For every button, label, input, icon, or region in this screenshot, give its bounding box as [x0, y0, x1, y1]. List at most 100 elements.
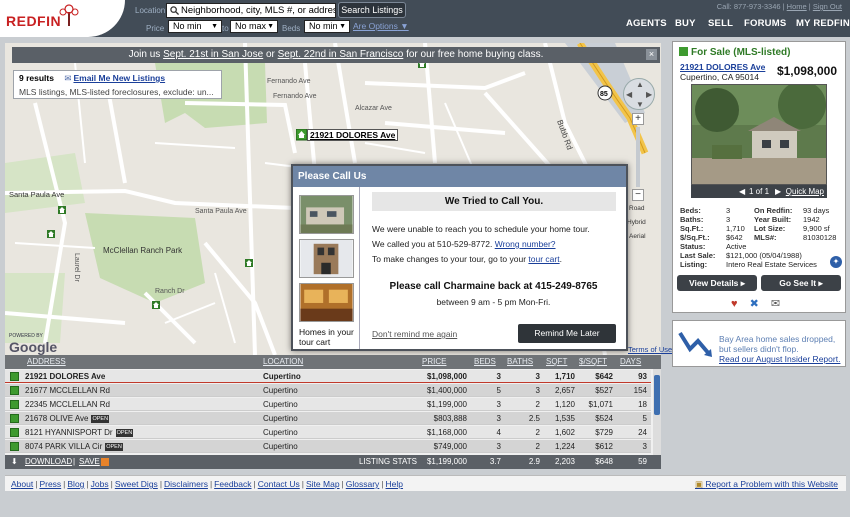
table-row[interactable]: 8074 PARK VILLA Cir OPEN Cupertino $749,0… [5, 440, 651, 454]
footer-link-contact-us[interactable]: Contact Us [258, 479, 300, 489]
save-link[interactable]: SAVE [79, 455, 100, 469]
terms-of-use-link[interactable]: Terms of Use [628, 345, 672, 354]
location-search-input[interactable]: Neighborhood, city, MLS #, or address [166, 3, 336, 18]
row-baths: 2 [535, 400, 540, 409]
map-type-aerial[interactable]: Aerial [629, 233, 646, 240]
remind-me-later-button[interactable]: Remind Me Later [518, 324, 616, 343]
footer-link-disclaimers[interactable]: Disclaimers [164, 479, 208, 489]
search-listings-button[interactable]: Search Listings [338, 2, 406, 18]
row-sqft: 1,120 [554, 400, 575, 409]
footer-link-help[interactable]: Help [386, 479, 403, 489]
row-address[interactable]: 22345 MCCLELLAN Rd [25, 398, 110, 411]
zoom-in-button[interactable]: + [632, 113, 644, 125]
footer-link-feedback[interactable]: Feedback [214, 479, 251, 489]
column-header-price-per-sqft[interactable]: $/SQFT [579, 355, 607, 369]
column-header-price[interactable]: PRICE [422, 355, 446, 369]
nav-my-redfin[interactable]: MY REDFIN [796, 18, 850, 29]
zoom-out-button[interactable]: − [632, 189, 644, 201]
san-francisco-class-link[interactable]: Sept. 22nd in San Francisco [278, 49, 404, 60]
price-max-select[interactable]: No max ▼ [230, 20, 278, 33]
arrow-down-icon: ▼ [636, 100, 644, 109]
sign-out-link[interactable]: Sign Out [813, 2, 842, 11]
footer-link-press[interactable]: Press [39, 479, 61, 489]
table-scrollbar[interactable] [653, 369, 661, 455]
san-jose-class-link[interactable]: Sept. 21st in San Jose [163, 49, 263, 60]
map-type-road[interactable]: Road [629, 205, 645, 212]
nav-sell[interactable]: SELL [708, 18, 733, 29]
listing-photo[interactable] [691, 84, 827, 185]
email-icon[interactable]: ✉ [771, 298, 780, 310]
map-type-hybrid[interactable]: Hybrid [627, 219, 646, 226]
footer-link-sweet-digs[interactable]: Sweet Digs [115, 479, 158, 489]
beds-min-select[interactable]: No min ▼ [304, 20, 350, 33]
insider-line1: Bay Area home sales dropped, [719, 334, 836, 344]
table-row[interactable]: 21677 MCCLELLAN Rd Cupertino $1,400,000 … [5, 384, 651, 398]
table-row[interactable]: 22345 MCCLELLAN Rd Cupertino $1,199,000 … [5, 398, 651, 412]
table-row[interactable]: 21921 DOLORES Ave Cupertino $1,098,000 3… [5, 370, 651, 384]
map-pan-control[interactable]: ▲ ▼ ◀ ▶ [623, 78, 655, 110]
results-count: 9 results [19, 73, 54, 83]
row-price-per-sqft: $527 [595, 386, 613, 395]
nav-agents[interactable]: AGENTS [626, 18, 667, 29]
fact-key: MLS#: [754, 233, 777, 242]
footer-link-glossary[interactable]: Glossary [346, 479, 380, 489]
dismiss-x-icon[interactable]: ✖ [750, 298, 759, 310]
wrong-number-link[interactable]: Wrong number? [495, 239, 556, 249]
column-header-beds[interactable]: BEDS [474, 355, 496, 369]
zoom-slider[interactable] [636, 127, 640, 187]
footer-link-blog[interactable]: Blog [67, 479, 84, 489]
footer-link-jobs[interactable]: Jobs [91, 479, 109, 489]
redfin-logo[interactable]: REDFIN [0, 0, 125, 37]
map-pin-label[interactable]: 21921 DOLORES Ave [307, 129, 399, 141]
next-photo-icon[interactable]: ▶ [775, 185, 781, 198]
map-pin-icon[interactable] [245, 259, 253, 269]
column-header-sqft[interactable]: SQFT [546, 355, 567, 369]
dont-remind-link[interactable]: Don't remind me again [372, 329, 457, 339]
map-pin-icon[interactable] [47, 230, 55, 240]
go-see-it-button[interactable]: Go See It ▸ [761, 275, 841, 291]
more-options-link[interactable]: Are Options ▼ [353, 21, 409, 31]
map-pin-icon[interactable] [58, 206, 66, 216]
home-thumbnail[interactable] [299, 239, 354, 278]
tour-cart-link[interactable]: tour cart [528, 254, 559, 264]
column-header-address[interactable]: ADDRESS [27, 355, 66, 369]
column-header-baths[interactable]: BATHS [507, 355, 533, 369]
column-header-location[interactable]: LOCATION [263, 355, 303, 369]
insider-report-link[interactable]: Read our August Insider Report. [719, 354, 840, 364]
stats-price: $1,199,000 [426, 457, 467, 466]
insider-report-promo[interactable]: Bay Area home sales dropped, but sellers… [672, 320, 846, 367]
scrollbar-thumb[interactable] [654, 375, 660, 415]
stats-sqft: 2,203 [554, 457, 575, 466]
row-address[interactable]: 8074 PARK VILLA Cir OPEN [25, 440, 123, 453]
row-address[interactable]: 21677 MCCLELLAN Rd [25, 384, 110, 397]
row-price: $1,098,000 [426, 372, 467, 381]
home-link[interactable]: Home [787, 2, 807, 11]
nav-buy[interactable]: BUY [675, 18, 696, 29]
home-thumbnail[interactable] [299, 283, 354, 322]
listing-address-link[interactable]: 21921 DOLORES Ave [680, 62, 765, 72]
nav-forums[interactable]: FORUMS [744, 18, 786, 29]
fact-value: 3 [726, 215, 731, 224]
report-problem-link[interactable]: ▣ Report a Problem with this Website [695, 476, 838, 492]
footer-link-site-map[interactable]: Site Map [306, 479, 340, 489]
price-min-select[interactable]: No min ▼ [168, 20, 222, 33]
row-address[interactable]: 21678 OLIVE Ave OPEN [25, 412, 110, 425]
house-icon [10, 372, 19, 381]
row-address[interactable]: 21921 DOLORES Ave [25, 370, 105, 383]
table-row[interactable]: 8121 HYANNISPORT Dr OPEN Cupertino $1,168… [5, 426, 651, 440]
view-details-button[interactable]: View Details ▸ [677, 275, 757, 291]
column-header-days[interactable]: DAYS [620, 355, 641, 369]
close-icon[interactable]: × [646, 49, 657, 60]
quick-map-link[interactable]: Quick Map [786, 185, 824, 198]
email-new-listings-link[interactable]: Email Me New Listings [73, 73, 165, 83]
download-link[interactable]: DOWNLOAD [25, 455, 72, 469]
map-pin-icon[interactable] [152, 301, 160, 311]
favorite-heart-icon[interactable]: ♥ [731, 298, 738, 310]
home-thumbnail[interactable] [299, 195, 354, 234]
separator: | [73, 457, 76, 466]
footer-link-about[interactable]: About [11, 479, 33, 489]
row-address[interactable]: 8121 HYANNISPORT Dr OPEN [25, 426, 134, 439]
table-row[interactable]: 21678 OLIVE Ave OPEN Cupertino $803,888 3… [5, 412, 651, 426]
fact-key: Year Built: [754, 215, 792, 224]
prev-photo-icon[interactable]: ◀ [739, 185, 745, 198]
